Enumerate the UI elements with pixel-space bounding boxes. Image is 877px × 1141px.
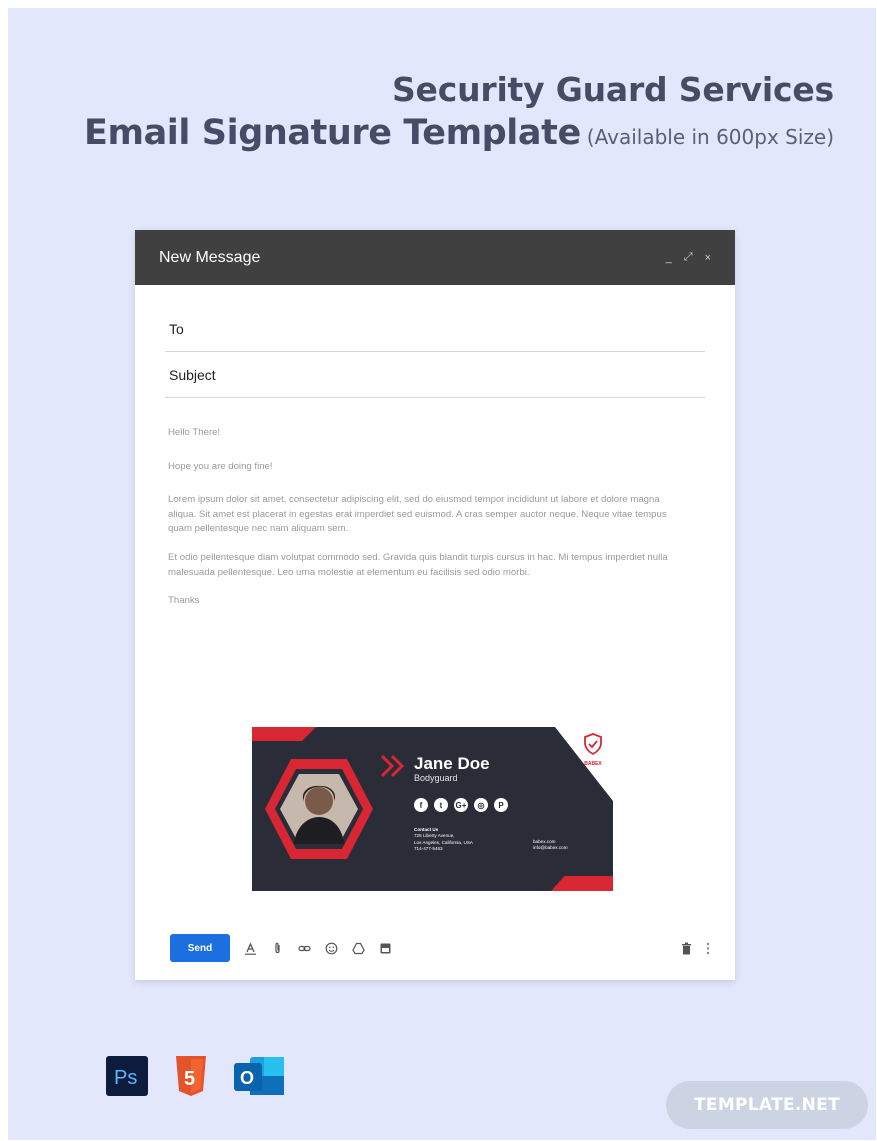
web-details: babex.com info@babex.com bbox=[533, 839, 568, 852]
to-label: To bbox=[169, 320, 184, 337]
twitter-icon[interactable]: t bbox=[434, 798, 448, 812]
heading-line1: Security Guard Services bbox=[391, 70, 834, 109]
app-logos: Ps 5 O bbox=[106, 1055, 312, 1097]
photo-icon[interactable] bbox=[379, 942, 392, 955]
body-paragraph-1: Lorem ipsum dolor sit amet, consectetur … bbox=[168, 494, 667, 535]
compose-titlebar: New Message _ ⤢ × bbox=[135, 230, 735, 285]
outlook-label: O bbox=[240, 1068, 254, 1088]
emoji-icon[interactable] bbox=[325, 942, 338, 955]
format-text-icon[interactable] bbox=[244, 941, 257, 955]
opening-text: Hope you are doing fine! bbox=[168, 460, 273, 472]
contact-details: Contact Us 725 Liberty Avenue, Los Angel… bbox=[414, 827, 473, 853]
attach-icon[interactable] bbox=[271, 942, 284, 955]
html5-label: 5 bbox=[184, 1068, 195, 1090]
body-paragraph-2: Et odio pellentesque diam volutpat commo… bbox=[168, 551, 668, 578]
email-link[interactable]: info@babex.com bbox=[533, 845, 568, 851]
page-heading: Security Guard Services Email Signature … bbox=[84, 70, 834, 153]
compose-window: New Message _ ⤢ × To Subject Hello There… bbox=[135, 230, 735, 980]
html5-icon: 5 bbox=[176, 1056, 206, 1096]
photoshop-icon: Ps bbox=[106, 1056, 148, 1096]
photoshop-label: Ps bbox=[114, 1067, 137, 1089]
email-signature: BABEX Jane Doe Bodyguard f t G+ ◎ P Cont… bbox=[252, 727, 613, 891]
minimize-icon[interactable]: _ bbox=[666, 252, 672, 264]
chevron-right-icon bbox=[380, 754, 405, 778]
more-vert-icon[interactable] bbox=[706, 942, 710, 955]
signature-person: Jane Doe Bodyguard bbox=[414, 754, 490, 783]
instagram-icon[interactable]: ◎ bbox=[474, 798, 488, 812]
signature-accent-top bbox=[252, 727, 316, 741]
signature-accent-bottom bbox=[551, 876, 613, 891]
to-field[interactable]: To bbox=[165, 306, 705, 352]
closing-text: Thanks bbox=[168, 595, 200, 607]
template-net-brand: TEMPLATE.NET bbox=[666, 1081, 868, 1129]
subject-field[interactable]: Subject bbox=[165, 352, 705, 398]
link-icon[interactable] bbox=[298, 942, 311, 955]
expand-icon[interactable]: ⤢ bbox=[684, 251, 693, 264]
send-button[interactable]: Send bbox=[170, 934, 230, 962]
subject-label: Subject bbox=[169, 366, 216, 383]
close-icon[interactable]: × bbox=[705, 252, 711, 264]
pinterest-icon[interactable]: P bbox=[494, 798, 508, 812]
compose-title: New Message bbox=[159, 248, 261, 266]
signature-name: Jane Doe bbox=[414, 754, 490, 773]
facebook-icon[interactable]: f bbox=[414, 798, 428, 812]
greeting-text: Hello There! bbox=[168, 427, 221, 438]
badge-logo-text: BABEX bbox=[584, 761, 602, 767]
outlook-icon: O bbox=[234, 1057, 284, 1095]
phone-number: 714-477-5463 bbox=[414, 846, 443, 852]
compose-toolbar: Send bbox=[170, 933, 710, 963]
message-body[interactable]: Hello There! Hope you are doing fine! Lo… bbox=[168, 426, 680, 628]
availability-note: (Available in 600px Size) bbox=[586, 125, 834, 149]
signature-role: Bodyguard bbox=[414, 773, 458, 783]
heading-line2: Email Signature Template bbox=[84, 113, 581, 153]
google-plus-icon[interactable]: G+ bbox=[454, 798, 468, 812]
heading-line2-wrap: Email Signature Template (Available in 60… bbox=[84, 113, 834, 153]
profile-photo bbox=[265, 759, 373, 859]
shield-icon bbox=[584, 733, 602, 756]
shield-logo: BABEX bbox=[581, 733, 605, 767]
trash-icon[interactable] bbox=[681, 942, 692, 955]
drive-icon[interactable] bbox=[352, 942, 365, 955]
social-links: f t G+ ◎ P bbox=[414, 798, 508, 812]
